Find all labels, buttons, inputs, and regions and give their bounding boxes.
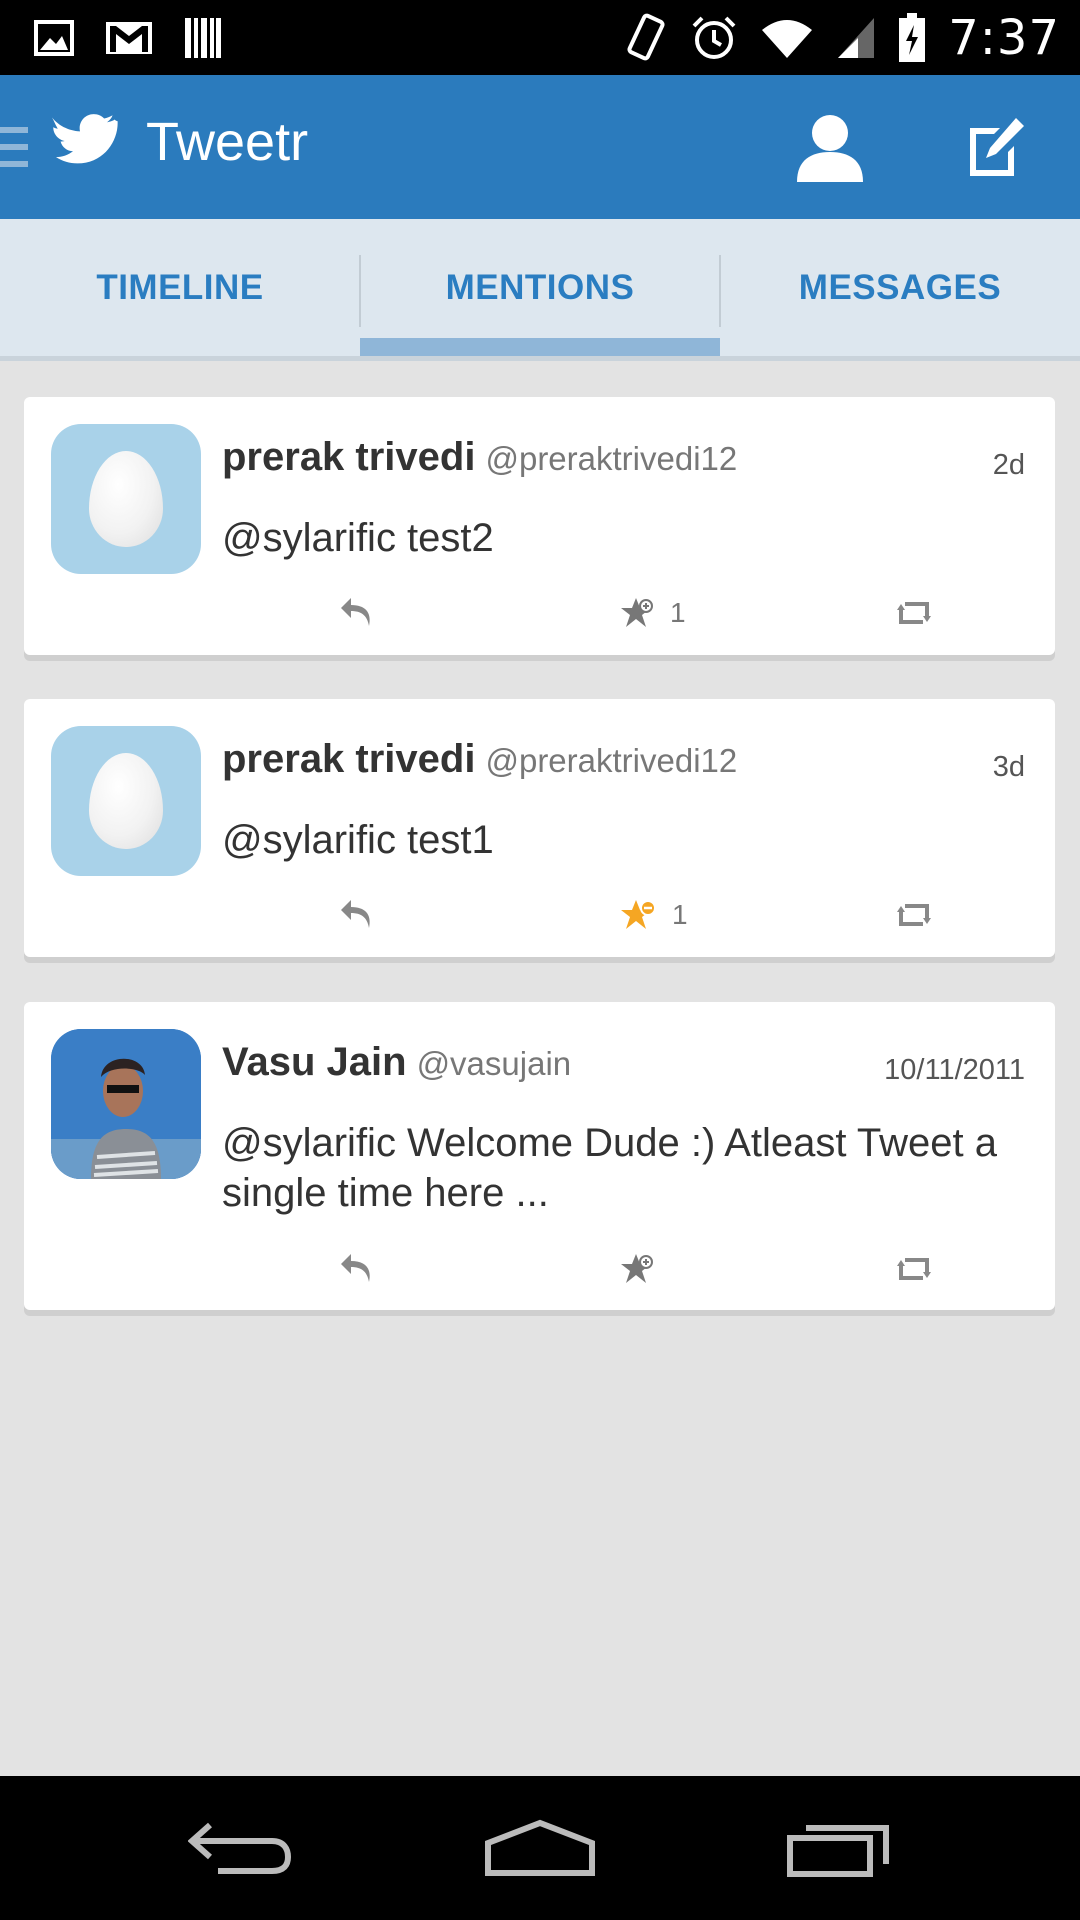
favorited-icon xyxy=(621,900,656,929)
wifi-icon xyxy=(762,20,813,58)
retweet-icon xyxy=(897,904,931,926)
action-bar: Tweetr xyxy=(0,75,1080,219)
tweet-text: @sylarific Welcome Dude :) Atleast Tweet… xyxy=(222,1121,997,1215)
reply-icon xyxy=(341,900,370,928)
recents-button[interactable] xyxy=(740,1776,940,1920)
favorite-count: 1 xyxy=(672,899,688,930)
retweet-button[interactable] xyxy=(897,1244,931,1294)
tweet-text: @sylarific test1 xyxy=(222,818,494,862)
selected-tab-indicator xyxy=(360,338,720,356)
drawer-icon[interactable] xyxy=(0,125,30,169)
favorite-button[interactable] xyxy=(620,1244,670,1294)
system-icons: 7:37 xyxy=(624,8,1060,68)
signal-icon xyxy=(838,18,875,58)
app-title: Tweetr xyxy=(146,112,309,172)
battery-icon xyxy=(899,13,926,62)
author-name: prerak trivedi xyxy=(222,737,476,781)
tweet-author: prerak trivedi @preraktrivedi12 xyxy=(222,737,737,782)
tweet-time: 10/11/2011 xyxy=(884,1054,1025,1086)
favorite-count: 1 xyxy=(670,597,686,628)
recents-icon xyxy=(787,1825,889,1877)
profile-button[interactable] xyxy=(770,97,890,197)
home-button[interactable] xyxy=(440,1776,640,1920)
author-handle: @preraktrivedi12 xyxy=(485,742,738,779)
tweet-author: prerak trivedi @preraktrivedi12 xyxy=(222,435,737,480)
navigation-bar xyxy=(0,1776,1080,1920)
retweet-button[interactable] xyxy=(897,588,931,638)
alarm-icon xyxy=(692,16,736,59)
reply-button[interactable] xyxy=(339,588,375,638)
gmail-icon xyxy=(106,22,152,54)
tweet-author: Vasu Jain @vasujain xyxy=(222,1040,571,1085)
favorite-button[interactable]: 1 xyxy=(620,890,688,940)
retweet-icon xyxy=(897,602,931,624)
back-icon xyxy=(188,1822,292,1874)
barcode-icon xyxy=(185,18,221,58)
status-bar: 7:37 xyxy=(0,0,1080,75)
reply-button[interactable] xyxy=(339,890,375,940)
compose-icon xyxy=(970,118,1024,176)
avatar[interactable] xyxy=(51,1029,201,1179)
favorite-icon xyxy=(621,598,653,627)
home-icon xyxy=(485,1819,595,1876)
egg-avatar-icon xyxy=(89,451,163,547)
retweet-button[interactable] xyxy=(897,890,931,940)
user-photo xyxy=(51,1029,201,1179)
back-button[interactable] xyxy=(140,1776,340,1920)
tweet-card[interactable]: prerak trivedi @preraktrivedi12 2d @sylar… xyxy=(24,397,1055,655)
tab-bar: TIMELINE MENTIONS MESSAGES xyxy=(0,219,1080,361)
tweet-card[interactable]: Vasu Jain @vasujain 10/11/2011 @sylarific… xyxy=(24,1002,1055,1310)
tweet-card[interactable]: prerak trivedi @preraktrivedi12 3d @sylar… xyxy=(24,699,1055,957)
vibrate-icon xyxy=(627,13,665,61)
clock: 7:37 xyxy=(948,10,1060,66)
tweet-actions xyxy=(24,1244,1055,1294)
twitter-bird-icon[interactable] xyxy=(52,113,118,169)
tab-messages[interactable]: MESSAGES xyxy=(720,219,1080,356)
avatar[interactable] xyxy=(51,424,201,574)
tweet-text: @sylarific test2 xyxy=(222,516,494,560)
tweet-actions: 1 xyxy=(24,588,1055,638)
favorite-button[interactable]: 1 xyxy=(620,588,686,638)
tweet-time: 3d xyxy=(992,751,1025,783)
reply-icon xyxy=(341,598,370,626)
favorite-icon xyxy=(621,1254,653,1283)
reply-icon xyxy=(341,1254,370,1282)
reply-button[interactable] xyxy=(339,1244,375,1294)
author-name: prerak trivedi xyxy=(222,435,476,479)
author-handle: @vasujain xyxy=(416,1045,572,1082)
tweet-time: 2d xyxy=(992,449,1025,481)
image-icon xyxy=(34,20,74,56)
author-handle: @preraktrivedi12 xyxy=(485,440,738,477)
compose-button[interactable] xyxy=(936,97,1056,197)
tab-mentions[interactable]: MENTIONS xyxy=(360,219,720,356)
author-name: Vasu Jain xyxy=(222,1040,407,1084)
tab-timeline[interactable]: TIMELINE xyxy=(0,219,360,356)
retweet-icon xyxy=(897,1258,931,1280)
tweet-actions: 1 xyxy=(24,890,1055,940)
profile-icon xyxy=(797,115,863,182)
egg-avatar-icon xyxy=(89,753,163,849)
avatar[interactable] xyxy=(51,726,201,876)
notification-icons xyxy=(34,14,222,62)
